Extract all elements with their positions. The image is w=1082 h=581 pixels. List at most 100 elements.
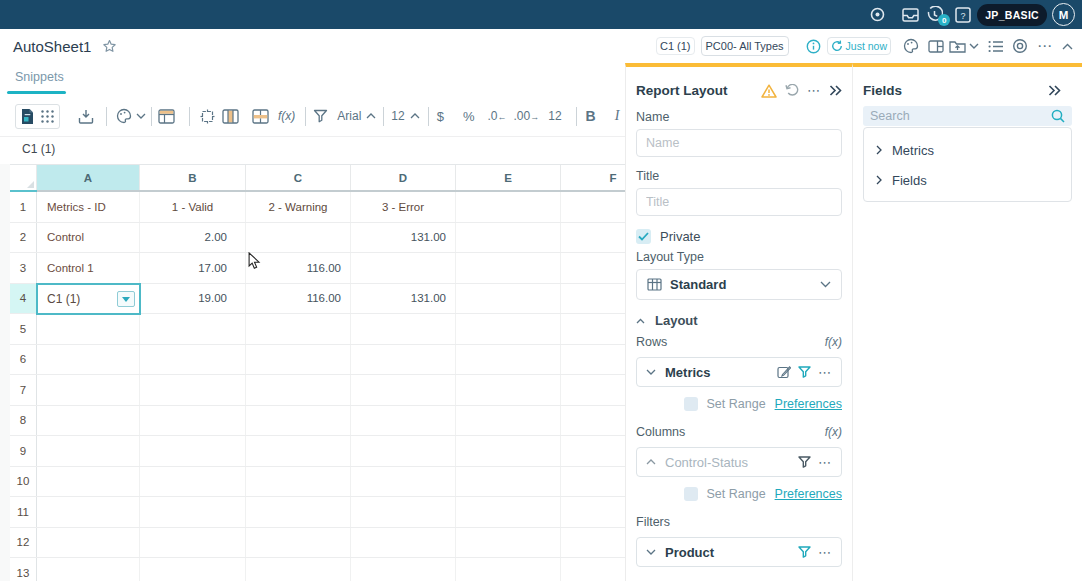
columns-icon[interactable] — [222, 109, 239, 124]
row-header-6[interactable]: 6 — [10, 345, 37, 375]
col-header-D[interactable]: D — [351, 165, 456, 190]
report-doc-icon[interactable] — [20, 108, 35, 125]
cell-F4[interactable] — [561, 284, 625, 314]
favorite-star-icon[interactable] — [102, 39, 117, 54]
cell-F12[interactable] — [561, 528, 625, 558]
cell-A7[interactable] — [37, 375, 140, 405]
filter-icon[interactable] — [313, 109, 328, 123]
cell-F6[interactable] — [561, 345, 625, 375]
theme-palette-icon[interactable] — [903, 38, 919, 54]
info-icon[interactable] — [806, 39, 821, 54]
name-input[interactable] — [636, 129, 842, 157]
cell-C11[interactable] — [246, 497, 351, 527]
row-header-9[interactable]: 9 — [10, 436, 37, 466]
cell-B12[interactable] — [140, 528, 246, 558]
layout-panels-icon[interactable] — [928, 40, 944, 53]
italic-button[interactable]: I — [615, 108, 620, 124]
cell-E8[interactable] — [456, 406, 561, 436]
cell-E12[interactable] — [456, 528, 561, 558]
cell-B13[interactable] — [140, 558, 246, 581]
columns-preferences-link[interactable]: Preferences — [775, 487, 842, 501]
cell-B9[interactable] — [140, 436, 246, 466]
cell-F7[interactable] — [561, 375, 625, 405]
row-header-1[interactable]: 1 — [10, 192, 37, 222]
sync-status[interactable]: Just now — [827, 37, 891, 55]
font-size-chevron-icon[interactable] — [410, 113, 420, 119]
title-input[interactable] — [636, 188, 842, 216]
cell-D13[interactable] — [351, 558, 456, 581]
cell-C10[interactable] — [246, 467, 351, 497]
cell-A9[interactable] — [37, 436, 140, 466]
undo-icon[interactable] — [785, 84, 799, 97]
increase-decimal-button[interactable]: .00→ — [514, 109, 540, 123]
col-header-F[interactable]: F — [561, 165, 625, 190]
tab-snippets[interactable]: Snippets — [15, 70, 64, 84]
cell-A13[interactable] — [37, 558, 140, 581]
cell-C7[interactable] — [246, 375, 351, 405]
columns-more-icon[interactable]: ⋯ — [818, 455, 832, 470]
cell-C1[interactable]: 2 - Warning — [246, 192, 351, 222]
cell-E10[interactable] — [456, 467, 561, 497]
col-header-B[interactable]: B — [140, 165, 246, 190]
cell-D7[interactable] — [351, 375, 456, 405]
cell-F5[interactable] — [561, 314, 625, 344]
row-header-5[interactable]: 5 — [10, 314, 37, 344]
layout-section-header[interactable]: Layout — [636, 313, 842, 328]
cell-D4[interactable]: 131.00 — [351, 284, 456, 314]
filters-filter-icon[interactable] — [798, 546, 811, 558]
columns-set-range-checkbox[interactable] — [684, 487, 698, 501]
row-header-10[interactable]: 10 — [10, 467, 37, 497]
row-header-13[interactable]: 13 — [10, 558, 37, 581]
filters-more-icon[interactable]: ⋯ — [818, 545, 832, 560]
inbox-icon[interactable] — [902, 8, 919, 22]
columns-fx-icon[interactable]: f(x) — [825, 425, 842, 439]
cell-B11[interactable] — [140, 497, 246, 527]
decimal-places-button[interactable]: 12 — [548, 109, 561, 123]
columns-field-control-status[interactable]: Control-Status ⋯ — [636, 447, 842, 477]
layout-type-select[interactable]: Standard — [636, 269, 842, 300]
cell-A3[interactable]: Control 1 — [37, 253, 140, 283]
cell-D3[interactable] — [351, 253, 456, 283]
download-icon[interactable] — [78, 109, 94, 124]
cell-E2[interactable] — [456, 223, 561, 253]
cell-C2[interactable] — [246, 223, 351, 253]
cell-D8[interactable] — [351, 406, 456, 436]
more-options-icon[interactable]: ⋯ — [1037, 37, 1053, 55]
cell-F11[interactable] — [561, 497, 625, 527]
cell-A11[interactable] — [37, 497, 140, 527]
row-header-7[interactable]: 7 — [10, 375, 37, 405]
cell-name-box[interactable]: C1 (1) — [22, 142, 55, 156]
panel-more-icon[interactable]: ⋯ — [807, 83, 821, 98]
cell-D5[interactable] — [351, 314, 456, 344]
format-palette-chevron-icon[interactable] — [136, 113, 146, 119]
row-header-4[interactable]: 4 — [10, 284, 37, 314]
cell-C9[interactable] — [246, 436, 351, 466]
collapse-toolbar-icon[interactable] — [1062, 43, 1073, 50]
cell-F13[interactable] — [561, 558, 625, 581]
edit-field-icon[interactable] — [777, 365, 791, 379]
cell-E4[interactable] — [456, 284, 561, 314]
cell-F2[interactable] — [561, 223, 625, 253]
cell-E6[interactable] — [456, 345, 561, 375]
cell-D1[interactable]: 3 - Error — [351, 192, 456, 222]
cell-D12[interactable] — [351, 528, 456, 558]
bold-button[interactable]: B — [586, 108, 596, 124]
cell-E5[interactable] — [456, 314, 561, 344]
cell-B1[interactable]: 1 - Valid — [140, 192, 246, 222]
cell-B7[interactable] — [140, 375, 246, 405]
cell-F3[interactable] — [561, 253, 625, 283]
account-button[interactable]: JP_BASIC — [977, 4, 1047, 26]
fields-search-input[interactable]: Search — [863, 106, 1072, 126]
cell-E1[interactable] — [456, 192, 561, 222]
cell-E3[interactable] — [456, 253, 561, 283]
publish-chevron-icon[interactable] — [969, 43, 979, 49]
rows-fx-icon[interactable]: f(x) — [825, 335, 842, 349]
currency-format-button[interactable]: $ — [437, 109, 444, 124]
visualization-icon[interactable] — [1012, 38, 1028, 54]
settings-icon[interactable] — [869, 6, 886, 23]
formula-icon[interactable]: f(x) — [278, 109, 295, 123]
cell-D10[interactable] — [351, 467, 456, 497]
cell-C4[interactable]: 116.00 — [246, 284, 351, 314]
row-header-11[interactable]: 11 — [10, 497, 37, 527]
rows-field-metrics[interactable]: Metrics ⋯ — [636, 357, 842, 387]
